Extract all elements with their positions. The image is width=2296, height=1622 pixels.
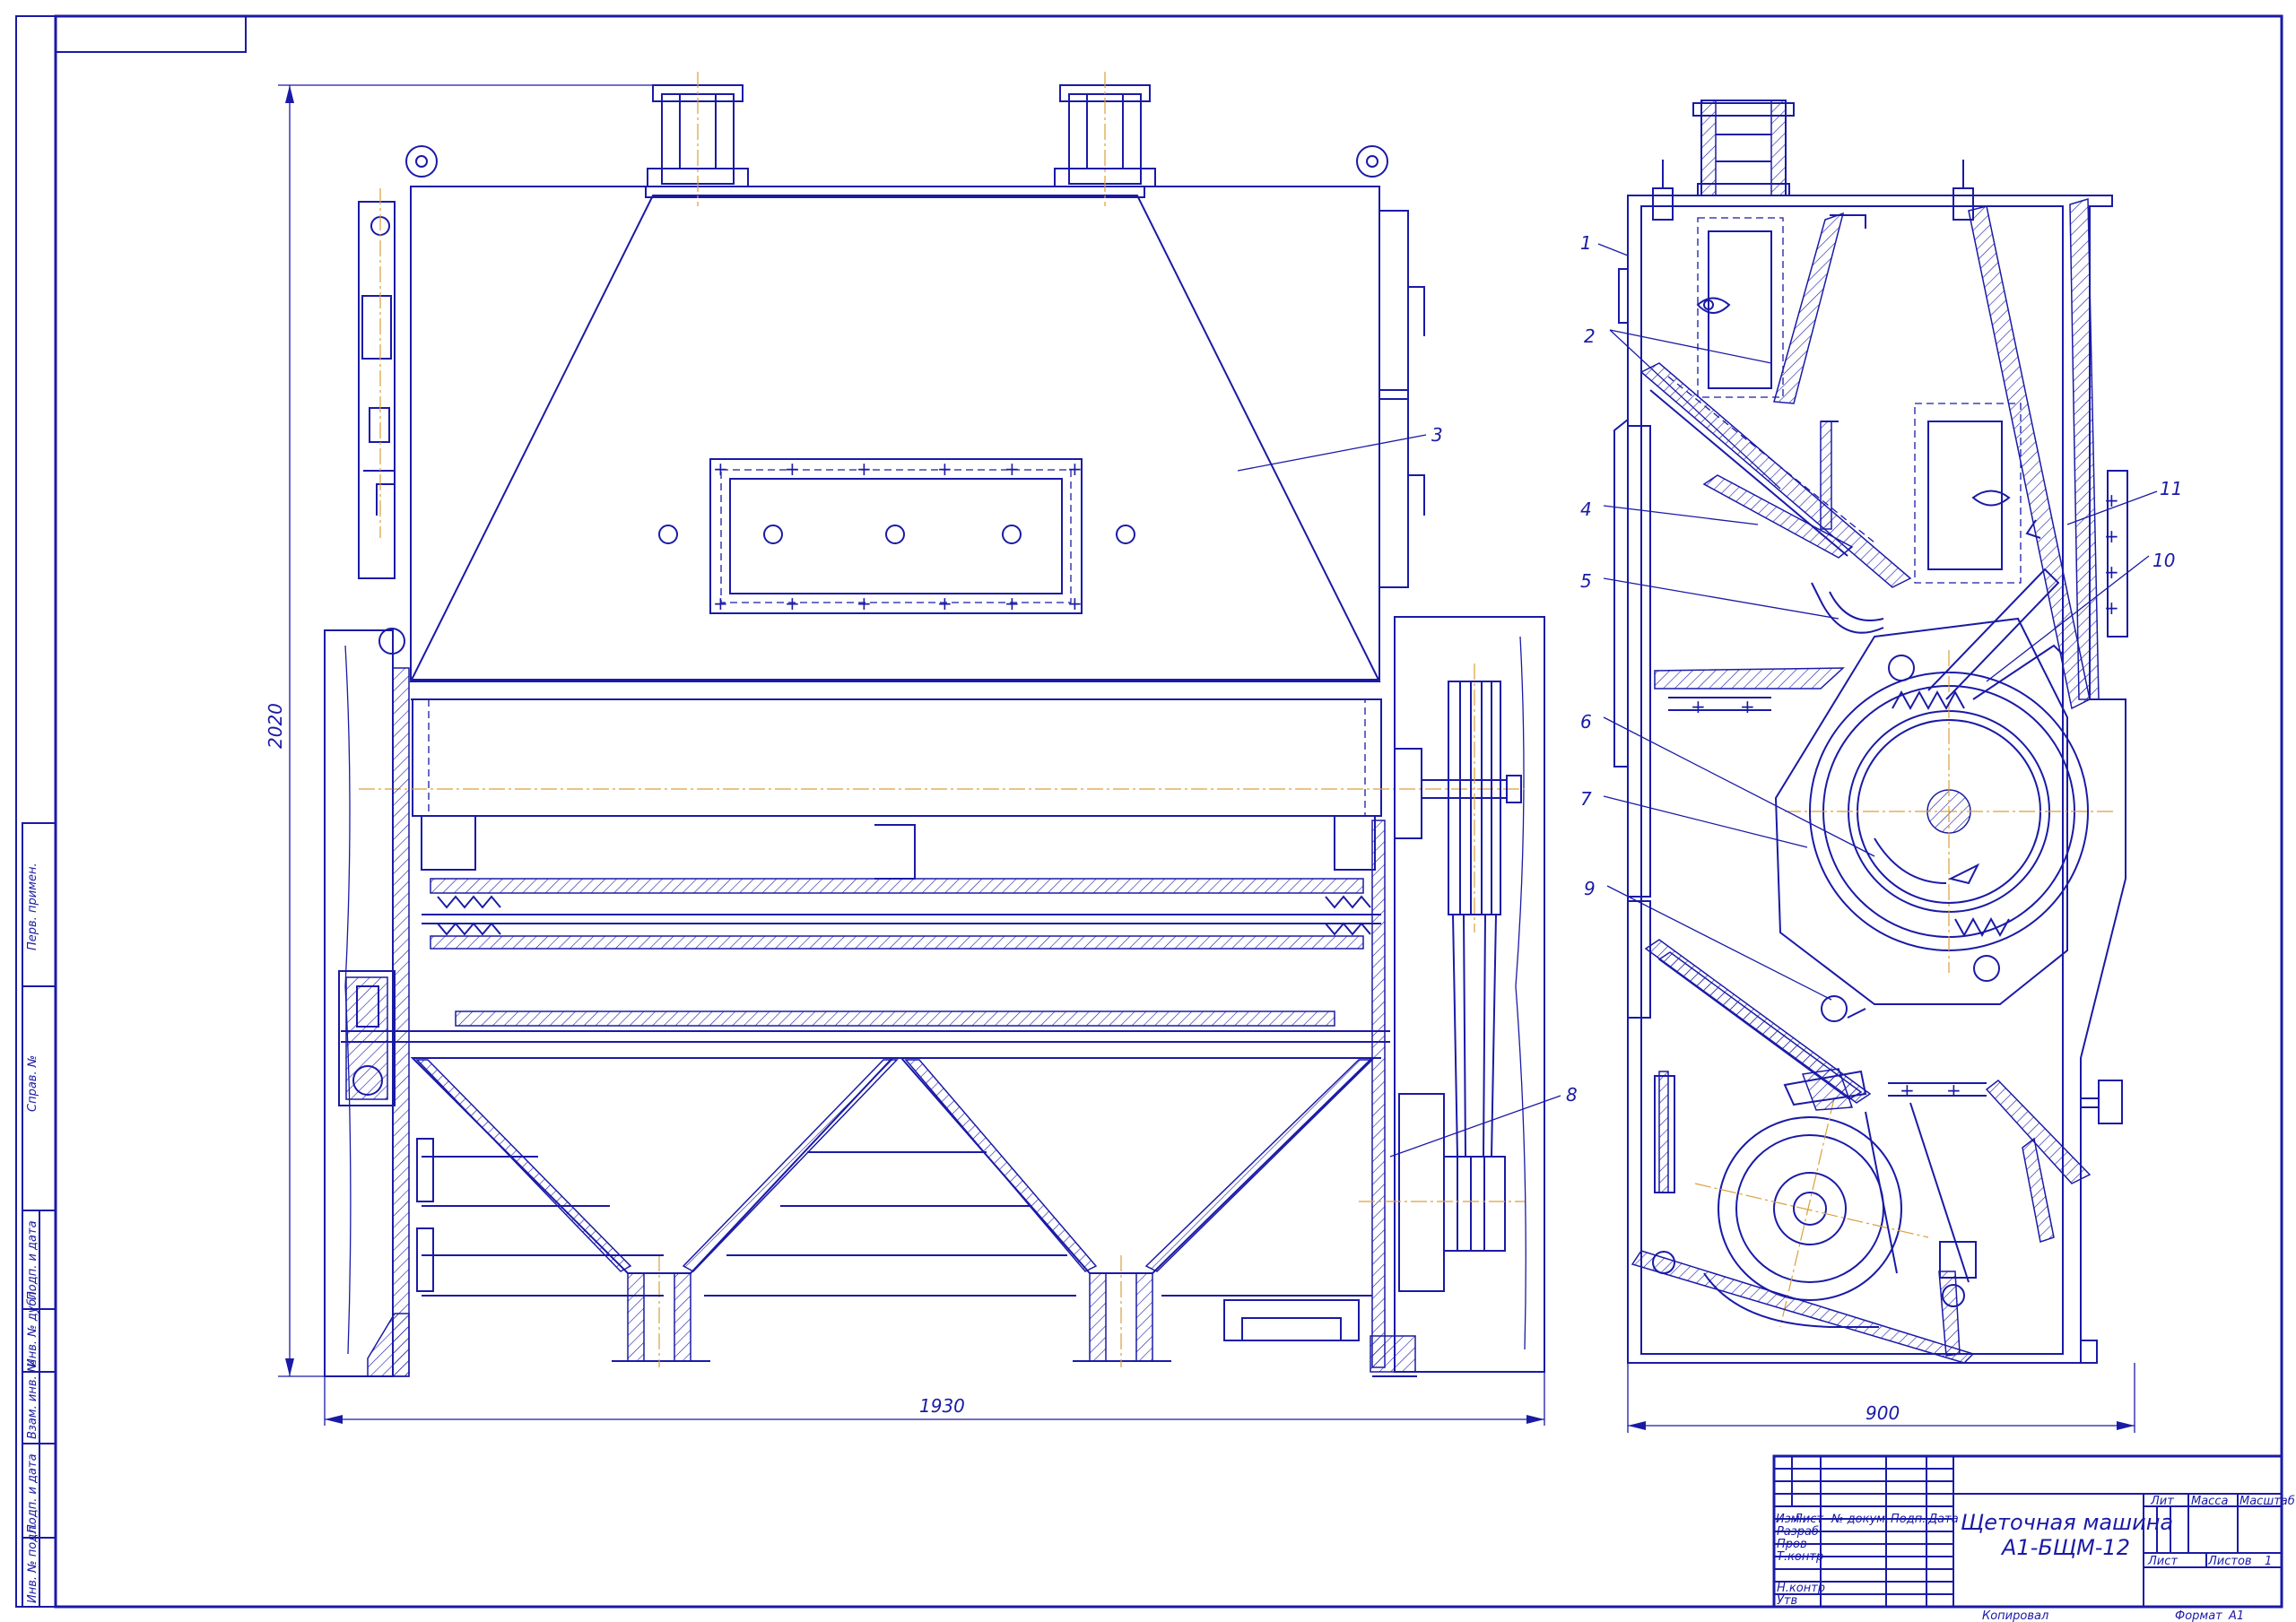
front-view: 2020 1930 + + + + + + + + + + + + 3 8 xyxy=(265,72,1578,1426)
tb-list: Лист xyxy=(2147,1555,2178,1568)
svg-text:+: + xyxy=(937,458,952,480)
tb-title-line1: Щеточная машина xyxy=(1961,1510,2173,1535)
callout-9: 9 xyxy=(1584,878,1596,899)
svg-text:+: + xyxy=(1740,696,1755,717)
svg-text:+: + xyxy=(1900,1080,1915,1101)
side-stamp: Перв. примен. Справ. № Подп. и дата Инв.… xyxy=(22,822,57,1608)
tb-row-tkontr: Т.контр xyxy=(1777,1550,1823,1564)
callout-3: 3 xyxy=(1431,424,1443,446)
top-nozzle-right xyxy=(1054,72,1156,206)
tb-col-date: Дата xyxy=(1927,1513,1959,1526)
tb-row-nkontr: Н.контр xyxy=(1777,1582,1825,1595)
tb-row-utv: Утв xyxy=(1777,1594,1797,1608)
callout-6: 6 xyxy=(1580,711,1592,733)
tb-listov-value: 1 xyxy=(2265,1555,2272,1568)
svg-text:+: + xyxy=(2104,597,2119,619)
stamp-vzam-inv: Взам. инв. № xyxy=(26,1360,39,1439)
callout-2: 2 xyxy=(1584,325,1596,347)
tb-row-prov: Пров xyxy=(1777,1538,1807,1551)
svg-text:+: + xyxy=(857,458,872,480)
tb-masshtab: Масштаб xyxy=(2239,1495,2295,1508)
callout-8: 8 xyxy=(1566,1084,1578,1106)
svg-text:+: + xyxy=(785,458,800,480)
stamp-inv-dubl: Инв. № дубл. xyxy=(26,1288,39,1367)
svg-text:+: + xyxy=(1004,458,1020,480)
tb-col-doc: № докум. xyxy=(1831,1513,1889,1526)
tb-format: Формат xyxy=(2175,1609,2222,1622)
callout-1: 1 xyxy=(1580,232,1592,254)
callout-11: 11 xyxy=(2160,478,2182,499)
svg-text:+: + xyxy=(785,593,800,614)
dim-width-side: 900 xyxy=(1866,1402,1900,1424)
title-block: Изм Лист № докум. Подп. Дата Разраб Пров… xyxy=(1772,1454,2295,1622)
hopper-section xyxy=(410,1057,1381,1367)
motor xyxy=(1631,1068,1975,1364)
svg-text:+: + xyxy=(937,593,952,614)
callout-10: 10 xyxy=(2152,550,2175,571)
tb-row-razrab: Разраб xyxy=(1777,1525,1819,1539)
tb-col-sign: Подп. xyxy=(1891,1513,1926,1526)
top-nozzle-left xyxy=(647,72,749,206)
svg-text:+: + xyxy=(1691,696,1706,717)
dim-height-main: 2020 xyxy=(265,703,286,749)
callout-4: 4 xyxy=(1580,499,1592,520)
tb-format-value: А1 xyxy=(2228,1609,2244,1622)
rotor-section xyxy=(341,698,1525,1043)
svg-text:+: + xyxy=(1067,458,1083,480)
svg-text:+: + xyxy=(2104,561,2119,583)
drive-pulley-lower xyxy=(1443,1156,1506,1252)
tb-massa: Масса xyxy=(2191,1495,2228,1508)
tb-title-line2: А1-БЩМ-12 xyxy=(2000,1535,2130,1560)
svg-text:+: + xyxy=(2104,525,2119,547)
tb-listov: Листов xyxy=(2207,1555,2252,1568)
dim-width-main: 1930 xyxy=(919,1395,965,1417)
tb-kopiroval: Копировал xyxy=(1982,1609,2048,1622)
callout-7: 7 xyxy=(1580,788,1592,810)
tb-col-list: Лист xyxy=(1793,1513,1823,1526)
side-section-view: 900 + + + + + + + + 1 2 4 5 6 7 9 10 11 xyxy=(1580,100,2182,1433)
stamp-inv-podl: Инв. № подл. xyxy=(26,1522,39,1603)
tb-lit: Лит xyxy=(2150,1495,2174,1508)
svg-text:+: + xyxy=(713,458,728,480)
svg-text:+: + xyxy=(1946,1080,1961,1101)
stamp-perv-primen: Перв. примен. xyxy=(26,863,39,950)
svg-text:+: + xyxy=(1004,593,1020,614)
stamp-sprav-no: Справ. № xyxy=(26,1055,39,1112)
svg-text:+: + xyxy=(1067,593,1083,614)
svg-text:+: + xyxy=(857,593,872,614)
svg-text:+: + xyxy=(713,593,728,614)
stamp-podp-data-2: Подп. и дата xyxy=(26,1453,39,1533)
callout-5: 5 xyxy=(1580,570,1592,592)
drawing-sheet: Перв. примен. Справ. № Подп. и дата Инв.… xyxy=(15,14,2295,1622)
